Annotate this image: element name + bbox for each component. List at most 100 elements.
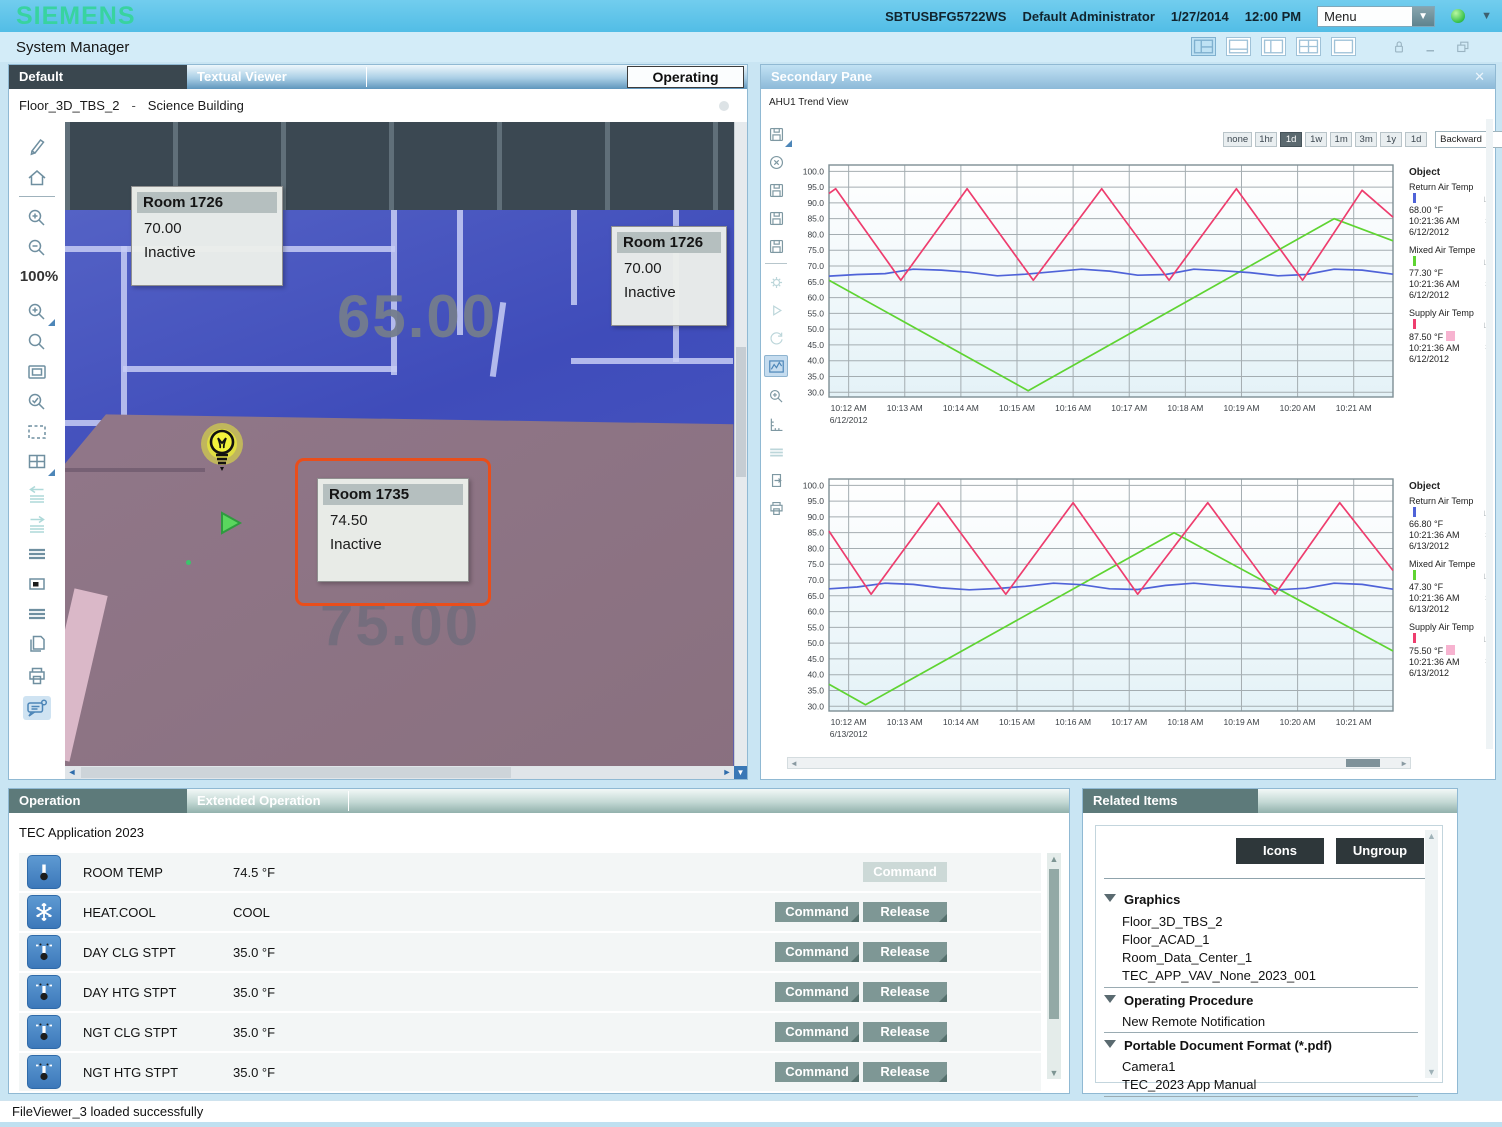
point-row-ngt-htg-stpt[interactable]: NGT HTG STPT 35.0 °F Command Release — [19, 1053, 1041, 1091]
icons-button[interactable]: Icons — [1236, 838, 1324, 864]
command-button[interactable]: Command — [775, 982, 859, 1002]
section-operating-procedure[interactable]: Operating Procedure — [1124, 993, 1253, 1008]
home-icon[interactable] — [23, 166, 51, 190]
related-item-link[interactable]: TEC_APP_VAV_None_2023_001 — [1122, 968, 1316, 983]
crop-view-icon[interactable] — [23, 572, 51, 596]
export-icon[interactable] — [764, 469, 788, 491]
play-icon[interactable] — [764, 299, 788, 321]
select-area-icon[interactable] — [23, 420, 51, 444]
freehand-draw-icon[interactable] — [23, 134, 51, 158]
point-row-heat-cool[interactable]: HEAT.COOL COOL Command Release — [19, 893, 1041, 931]
fit-view-icon[interactable] — [23, 360, 51, 384]
save-all-icon[interactable] — [764, 235, 788, 257]
point-row-day-clg-stpt[interactable]: DAY CLG STPT 35.0 °F Command Release — [19, 933, 1041, 971]
next-view-icon[interactable] — [23, 512, 51, 536]
tab-operation[interactable]: Operation — [9, 789, 187, 813]
print-icon[interactable] — [764, 497, 788, 519]
release-button[interactable]: Release — [863, 942, 947, 962]
refresh-icon[interactable] — [764, 327, 788, 349]
command-button[interactable]: Command — [775, 942, 859, 962]
point-row-room-temp[interactable]: ROOM TEMP 74.5 °F Command — [19, 853, 1041, 891]
related-item-link[interactable]: TEC_2023 App Manual — [1122, 1077, 1256, 1092]
minimize-button[interactable] — [1422, 38, 1440, 56]
scrollbar-thumb[interactable] — [736, 347, 746, 477]
scroll-up-arrow[interactable]: ▲ — [1425, 831, 1438, 841]
legend-entry[interactable]: Supply Air Temp 87.50 °F 10:21:36 AM 6/1… — [1409, 308, 1491, 365]
legend-entry[interactable]: Return Air Temp 66.80 °F 10:21:36 AM 6/1… — [1409, 496, 1491, 552]
layout-quad-button[interactable] — [1191, 37, 1216, 56]
command-button[interactable]: Command — [775, 1022, 859, 1042]
chevron-down-icon[interactable]: ▼ — [1481, 10, 1492, 22]
range-3m-button[interactable]: 3m — [1355, 132, 1377, 147]
range-1w-button[interactable]: 1w — [1305, 132, 1327, 147]
related-item-link[interactable]: Floor_ACAD_1 — [1122, 932, 1209, 947]
vertical-scrollbar[interactable] — [1486, 119, 1493, 749]
scrollbar-thumb[interactable] — [1346, 759, 1380, 767]
layout-bottom-split-button[interactable] — [1226, 37, 1251, 56]
release-button[interactable]: Release — [863, 902, 947, 922]
release-button[interactable]: Release — [863, 1062, 947, 1082]
point-row-ngt-clg-stpt[interactable]: NGT CLG STPT 35.0 °F Command Release — [19, 1013, 1041, 1051]
gridlines-icon[interactable] — [764, 441, 788, 463]
range-none-button[interactable]: none — [1223, 132, 1252, 147]
horizontal-scrollbar[interactable]: ◄ ► — [65, 766, 734, 779]
vertical-scrollbar[interactable] — [734, 122, 747, 766]
measure-icon[interactable] — [764, 413, 788, 435]
point-row-day-htg-stpt[interactable]: DAY HTG STPT 35.0 °F Command Release — [19, 973, 1041, 1011]
range-1d2-button[interactable]: 1d — [1405, 132, 1427, 147]
related-item-link[interactable]: Camera1 — [1122, 1059, 1175, 1074]
pan-icon[interactable] — [23, 450, 51, 474]
tab-default[interactable]: Default — [9, 65, 187, 89]
zoom-level-label[interactable]: 100% — [17, 268, 61, 285]
scroll-down-arrow[interactable]: ▼ — [734, 766, 747, 779]
save-as-icon[interactable] — [764, 207, 788, 229]
ungroup-button[interactable]: Ungroup — [1336, 838, 1424, 864]
scroll-left-arrow[interactable]: ◄ — [65, 766, 79, 779]
magnifier-icon[interactable] — [23, 330, 51, 354]
breadcrumb-location[interactable]: Science Building — [148, 98, 244, 113]
floorplan-canvas[interactable]: 65.00 75.00 Room 1726 70.00 Inactive — [65, 122, 747, 779]
related-item-link[interactable]: Floor_3D_TBS_2 — [1122, 914, 1222, 929]
range-1hr-button[interactable]: 1hr — [1255, 132, 1277, 147]
collapse-triangle-icon[interactable] — [1104, 995, 1116, 1003]
previous-view-icon[interactable] — [23, 482, 51, 506]
command-button[interactable]: Command — [775, 1062, 859, 1082]
save-menu-icon[interactable] — [764, 123, 788, 145]
zoom-in-icon[interactable] — [764, 385, 788, 407]
zoom-verify-icon[interactable] — [23, 390, 51, 414]
range-1y-button[interactable]: 1y — [1380, 132, 1402, 147]
layout-single-button[interactable] — [1331, 37, 1356, 56]
collapse-triangle-icon[interactable] — [1104, 1040, 1116, 1048]
list-icon[interactable] — [23, 602, 51, 626]
legend-entry[interactable]: Supply Air Temp 75.50 °F 10:21:36 AM 6/1… — [1409, 622, 1491, 679]
chevron-down-icon[interactable]: ▼ — [1412, 7, 1434, 26]
scroll-right-arrow[interactable]: ► — [1400, 758, 1408, 769]
restore-button[interactable] — [1454, 38, 1472, 56]
close-icon[interactable]: ✕ — [1474, 69, 1485, 85]
section-pdf[interactable]: Portable Document Format (*.pdf) — [1124, 1038, 1332, 1053]
horizontal-scrollbar[interactable]: ◄ ► — [787, 757, 1411, 769]
legend-entry[interactable]: Return Air Temp 68.00 °F 10:21:36 AM 6/1… — [1409, 182, 1491, 238]
scroll-down-arrow[interactable]: ▼ — [1047, 1068, 1061, 1078]
layers-icon[interactable] — [23, 542, 51, 566]
scroll-left-arrow[interactable]: ◄ — [790, 758, 798, 769]
layout-grid-button[interactable] — [1296, 37, 1321, 56]
command-button[interactable]: Command — [775, 902, 859, 922]
collapse-triangle-icon[interactable] — [1104, 894, 1116, 902]
scrollbar-thumb[interactable] — [81, 767, 511, 778]
release-button[interactable]: Release — [863, 1022, 947, 1042]
settings-gear-icon[interactable] — [764, 271, 788, 293]
stop-icon[interactable] — [764, 151, 788, 173]
vertical-scrollbar[interactable]: ▲ ▼ — [1047, 853, 1061, 1079]
release-button[interactable]: Release — [863, 982, 947, 1002]
scroll-right-arrow[interactable]: ► — [720, 766, 734, 779]
section-graphics[interactable]: Graphics — [1124, 892, 1180, 907]
trend-chart-lower[interactable]: 30.035.040.045.050.055.060.065.070.075.0… — [787, 467, 1403, 755]
zoom-out-icon[interactable] — [23, 236, 51, 260]
zoom-in-icon[interactable] — [23, 206, 51, 230]
layout-left-split-button[interactable] — [1261, 37, 1286, 56]
zoom-selection-icon[interactable] — [23, 300, 51, 324]
legend-entry[interactable]: Mixed Air Tempe 47.30 °F 10:21:36 AM 6/1… — [1409, 559, 1491, 615]
secondary-pane-header[interactable]: Secondary Pane ✕ — [761, 65, 1495, 89]
light-bulb-on-icon[interactable] — [197, 422, 253, 486]
